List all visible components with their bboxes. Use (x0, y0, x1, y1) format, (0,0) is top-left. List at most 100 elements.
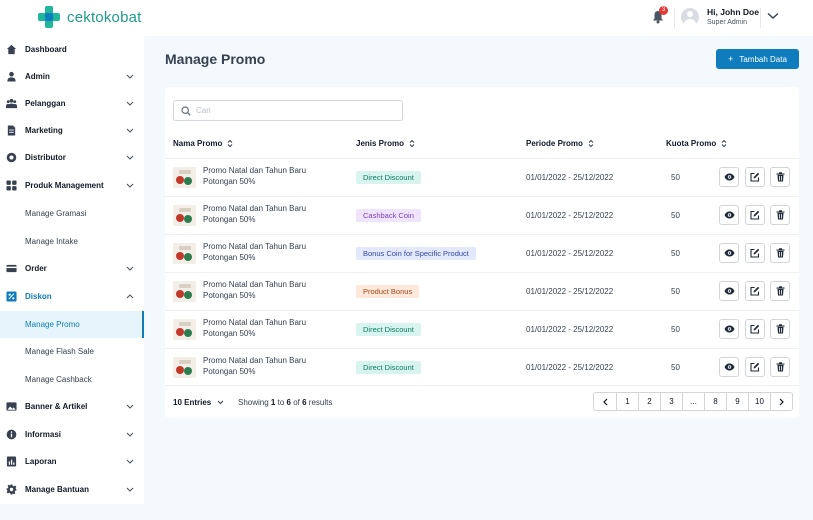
edit-button[interactable] (745, 357, 765, 377)
promo-thumbnail (173, 205, 196, 226)
sidebar-item-manage-intake[interactable]: Manage Intake (0, 228, 144, 255)
edit-icon (750, 286, 760, 296)
sidebar-item-pelanggan[interactable]: Pelanggan (0, 90, 144, 117)
pagination-page[interactable]: 3 (660, 393, 682, 410)
entries-select[interactable]: 10 Entries (173, 398, 224, 407)
table-row: Promo Natal dan Tahun Baru Potongan 50% D… (165, 158, 799, 196)
image-icon (6, 402, 17, 411)
promo-period: 01/01/2022 - 25/12/2022 (526, 363, 614, 372)
avatar[interactable] (681, 8, 699, 26)
trash-icon (776, 286, 784, 296)
delete-button[interactable] (770, 243, 790, 263)
report-icon (6, 456, 17, 467)
sidebar-item-manage-cashback[interactable]: Manage Cashback (0, 366, 144, 393)
pagination-page[interactable]: 10 (748, 393, 770, 410)
sidebar-item-diskon[interactable]: Diskon (0, 283, 144, 310)
chevron-down-icon[interactable] (767, 12, 779, 20)
promo-period: 01/01/2022 - 25/12/2022 (526, 249, 614, 258)
trash-icon (776, 362, 784, 372)
delete-button[interactable] (770, 319, 790, 339)
trash-icon (776, 210, 784, 220)
table-row: Promo Natal dan Tahun Baru Potongan 50% B… (165, 234, 799, 272)
search-input[interactable] (196, 103, 396, 118)
header-divider (674, 8, 675, 28)
notification-badge: 3 (659, 6, 668, 15)
view-button[interactable] (719, 243, 739, 263)
sidebar-item-manage-promo[interactable]: Manage Promo (0, 311, 144, 338)
column-header-kuota-promo[interactable]: Kuota Promo (666, 139, 727, 148)
search-box[interactable] (173, 100, 403, 121)
sort-icon (721, 139, 727, 148)
grid-icon (6, 180, 17, 191)
delete-button[interactable] (770, 357, 790, 377)
delete-button[interactable] (770, 167, 790, 187)
view-button[interactable] (719, 205, 739, 225)
sidebar-item-laporan[interactable]: Laporan (0, 448, 144, 475)
chevron-up-icon (126, 294, 134, 299)
promo-thumbnail (173, 167, 196, 188)
view-button[interactable] (719, 319, 739, 339)
sidebar-item-admin[interactable]: Admin (0, 63, 144, 90)
sort-icon (588, 139, 594, 148)
sidebar-item-manage-bantuan[interactable]: Manage Bantuan (0, 476, 144, 503)
edit-button[interactable] (745, 243, 765, 263)
pagination-prev-button[interactable] (594, 393, 616, 410)
eye-icon (724, 287, 734, 295)
gear-icon (6, 484, 17, 495)
edit-button[interactable] (745, 281, 765, 301)
sidebar-item-dashboard[interactable]: Dashboard (0, 36, 144, 63)
pagination-next-button[interactable] (770, 393, 792, 410)
chevron-down-icon (126, 128, 134, 133)
pagination-page[interactable]: ... (682, 393, 704, 410)
chevron-down-icon (217, 400, 224, 405)
table-row: Promo Natal dan Tahun Baru Potongan 50% C… (165, 196, 799, 234)
promo-quota: 50 (671, 249, 680, 258)
add-data-button[interactable]: + Tambah Data (716, 49, 799, 69)
promo-type-badge: Bonus Coin for Specific Product (356, 247, 476, 260)
chevron-down-icon (126, 155, 134, 160)
sidebar-item-order[interactable]: Order (0, 255, 144, 282)
plus-icon: + (728, 54, 734, 64)
pagination-page[interactable]: 1 (616, 393, 638, 410)
pagination-page[interactable]: 9 (726, 393, 748, 410)
card-icon (6, 264, 17, 273)
notification-button[interactable]: 3 (652, 6, 668, 24)
view-button[interactable] (719, 281, 739, 301)
pagination-page[interactable]: 8 (704, 393, 726, 410)
view-button[interactable] (719, 167, 739, 187)
promo-table-card: Nama Promo Jenis Promo Periode Promo Kuo… (165, 87, 799, 418)
column-header-periode-promo[interactable]: Periode Promo (526, 139, 594, 148)
pagination-page[interactable]: 2 (638, 393, 660, 410)
edit-button[interactable] (745, 319, 765, 339)
chevron-left-icon (602, 398, 607, 405)
edit-button[interactable] (745, 167, 765, 187)
chevron-down-icon (126, 101, 134, 106)
sidebar-item-banner-artikel[interactable]: Banner & Artikel (0, 393, 144, 420)
view-button[interactable] (719, 357, 739, 377)
promo-type-badge: Direct Discount (356, 323, 421, 336)
eye-icon (724, 211, 734, 219)
delete-button[interactable] (770, 205, 790, 225)
sidebar-item-distributor[interactable]: Distributor (0, 144, 144, 171)
user-name: Hi, John Doe (707, 7, 759, 17)
sidebar-item-manage-flash-sale[interactable]: Manage Flash Sale (0, 338, 144, 365)
sidebar-item-informasi[interactable]: Informasi (0, 421, 144, 448)
add-data-label: Tambah Data (739, 54, 787, 64)
brand-logo[interactable]: cektokobat (38, 6, 142, 28)
sidebar: Dashboard Admin Pelanggan Marketing Dist… (0, 36, 144, 504)
sidebar-item-produk-management[interactable]: Produk Management (0, 172, 144, 199)
sidebar-item-marketing[interactable]: Marketing (0, 117, 144, 144)
promo-period: 01/01/2022 - 25/12/2022 (526, 211, 614, 220)
column-header-jenis-promo[interactable]: Jenis Promo (356, 139, 415, 148)
sidebar-item-manage-gramasi[interactable]: Manage Gramasi (0, 200, 144, 227)
users-icon (6, 98, 17, 109)
results-summary: Showing 1 to 6 of 6 results (238, 398, 333, 407)
column-header-nama-promo[interactable]: Nama Promo (173, 139, 233, 148)
trash-icon (776, 248, 784, 258)
table-row: Promo Natal dan Tahun Baru Potongan 50% P… (165, 272, 799, 310)
top-header: cektokobat 3 Hi, John Doe Super Admin (0, 0, 813, 36)
edit-icon (750, 362, 760, 372)
edit-button[interactable] (745, 205, 765, 225)
eye-icon (724, 363, 734, 371)
delete-button[interactable] (770, 281, 790, 301)
